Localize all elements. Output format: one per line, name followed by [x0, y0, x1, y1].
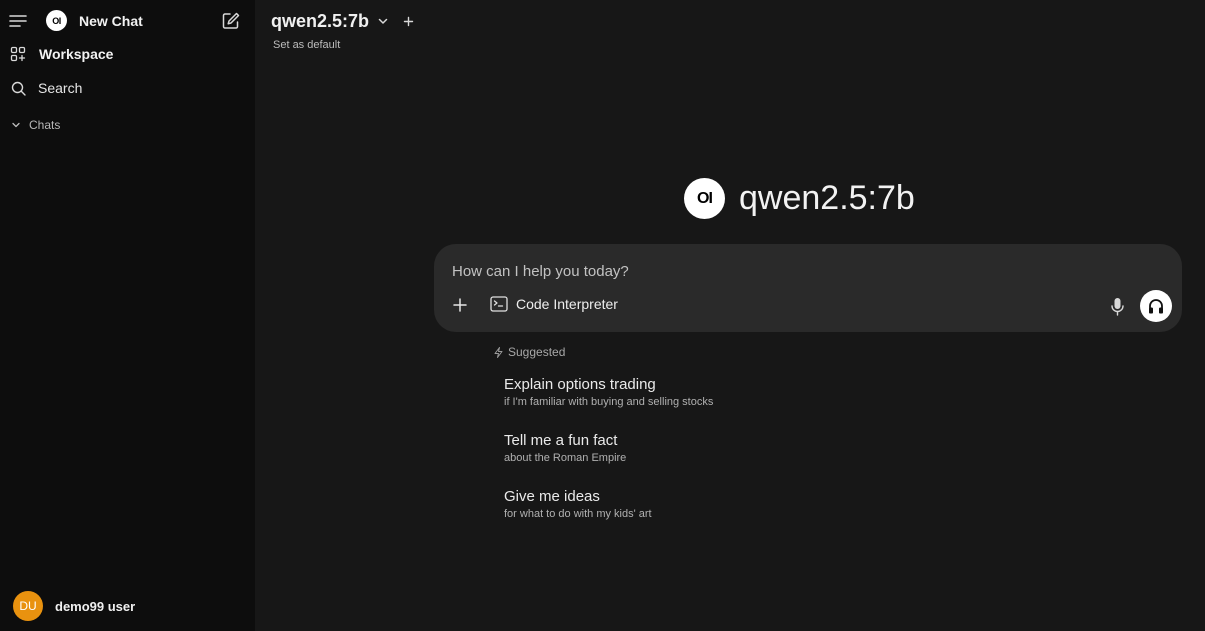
chats-section-label: Chats — [29, 118, 61, 132]
suggested-header: Suggested — [493, 345, 565, 359]
suggested-label: Suggested — [508, 345, 566, 359]
new-chat-label: New Chat — [79, 12, 143, 29]
suggestion-title: Tell me a fun fact — [504, 432, 618, 449]
suggestion-title: Explain options trading — [504, 376, 656, 393]
avatar: DU — [13, 591, 43, 621]
headphones-icon — [1149, 299, 1163, 314]
user-menu-button[interactable]: DU demo99 user — [13, 591, 135, 621]
model-logo: OI — [684, 178, 725, 219]
sparkle-icon — [493, 346, 504, 358]
suggestion-title: Give me ideas — [504, 488, 600, 505]
sidebar-item-workspace[interactable]: Workspace — [10, 46, 113, 62]
sidebar-toggle-button[interactable] — [9, 12, 27, 30]
sidebar-item-search[interactable]: Search — [11, 80, 82, 96]
compose-button[interactable] — [221, 11, 241, 31]
app-logo: OI — [46, 10, 67, 31]
set-default-button[interactable]: Set as default — [273, 39, 340, 51]
suggestion-subtitle: about the Roman Empire — [504, 452, 627, 464]
suggestion-item[interactable]: Tell me a fun fact about the Roman Empir… — [504, 432, 626, 464]
microphone-icon — [1111, 298, 1124, 316]
sidebar-item-label: Workspace — [39, 46, 114, 62]
message-input[interactable] — [452, 260, 1092, 282]
search-icon — [11, 81, 26, 96]
suggestion-item[interactable]: Explain options trading if I'm familiar … — [504, 376, 713, 408]
message-composer: Code Interpreter — [434, 244, 1182, 332]
chats-section-toggle[interactable]: Chats — [11, 118, 60, 132]
sidebar: OI New Chat Workspace Search Chats DU de… — [0, 0, 255, 631]
voice-mode-button[interactable] — [1140, 290, 1172, 322]
suggestion-subtitle: for what to do with my kids' art — [504, 508, 652, 520]
menu-icon — [9, 12, 27, 30]
dictate-button[interactable] — [1110, 297, 1125, 317]
new-chat-button[interactable]: OI New Chat — [46, 10, 143, 31]
terminal-icon — [490, 296, 508, 312]
plus-icon — [453, 298, 467, 312]
user-name: demo99 user — [55, 598, 136, 614]
compose-icon — [221, 11, 241, 31]
attach-button[interactable] — [452, 297, 468, 313]
suggestion-item[interactable]: Give me ideas for what to do with my kid… — [504, 488, 652, 520]
model-name: qwen2.5:7b — [271, 11, 370, 31]
workspace-icon — [10, 46, 26, 62]
sidebar-item-label: Search — [38, 80, 83, 96]
plus-icon — [403, 16, 414, 27]
code-interpreter-button[interactable]: Code Interpreter — [490, 296, 618, 312]
model-selector[interactable]: qwen2.5:7b — [271, 11, 414, 32]
code-interpreter-label: Code Interpreter — [516, 296, 618, 312]
hero: OI qwen2.5:7b — [684, 178, 915, 219]
chevron-down-icon — [11, 120, 21, 130]
add-model-button[interactable] — [403, 16, 414, 27]
chevron-down-icon — [377, 11, 389, 32]
hero-model-title: qwen2.5:7b — [739, 179, 915, 217]
suggestion-subtitle: if I'm familiar with buying and selling … — [504, 396, 714, 408]
